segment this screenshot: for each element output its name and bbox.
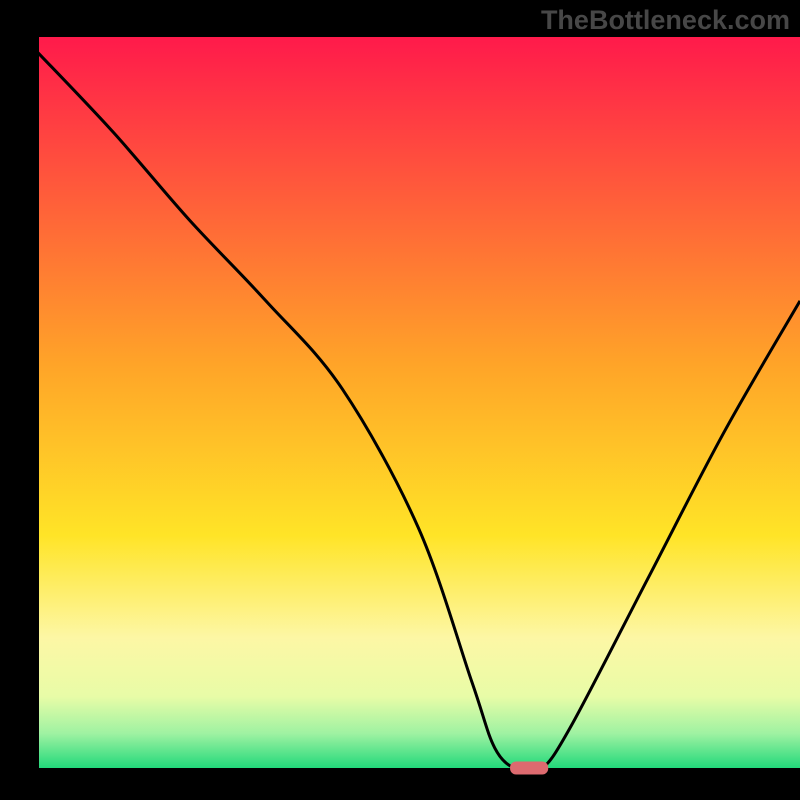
plot-background [37, 37, 800, 770]
chart-container: TheBottleneck.com [0, 0, 800, 800]
bottleneck-chart [0, 0, 800, 800]
watermark-text: TheBottleneck.com [541, 5, 790, 36]
optimal-marker [510, 762, 548, 775]
